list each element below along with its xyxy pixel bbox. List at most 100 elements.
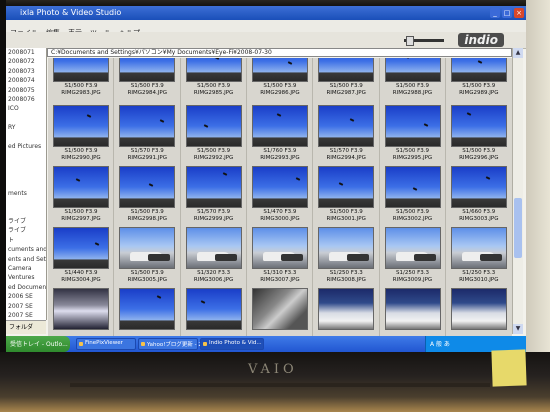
thumbnail-image[interactable]: [53, 227, 109, 269]
photo-thumbnail[interactable]: S1/500 F3.9 RIMG3001.JPG: [316, 166, 376, 226]
thumbnail-image[interactable]: [251, 58, 308, 82]
folder-item[interactable]: [6, 208, 46, 217]
folder-item[interactable]: ed Documents: [6, 283, 46, 292]
photo-thumbnail[interactable]: S1/500 F3.9 RIMG2998.JPG: [117, 166, 177, 226]
thumbnail-image[interactable]: [318, 166, 375, 208]
photo-thumbnail[interactable]: S1/470 F3.9 RIMG3000.JPG: [250, 166, 310, 226]
close-icon[interactable]: ×: [514, 8, 524, 18]
thumbnail-image[interactable]: [318, 58, 375, 82]
folder-item[interactable]: 2006 SE: [6, 292, 46, 301]
thumbnail-image[interactable]: [450, 288, 507, 330]
thumbnail-image[interactable]: [53, 166, 109, 208]
thumbnail-image[interactable]: [251, 288, 308, 330]
photo-thumbnail[interactable]: [51, 288, 111, 336]
minimize-icon[interactable]: _: [490, 8, 500, 18]
window-titlebar[interactable]: ixla Photo & Video Studio _ □ ×: [6, 6, 526, 20]
photo-thumbnail[interactable]: S1/660 F3.9 RIMG3003.JPG: [449, 166, 509, 226]
thumbnail-image[interactable]: [53, 288, 109, 330]
thumbnail-image[interactable]: [119, 227, 176, 269]
folder-item[interactable]: 2008073: [6, 67, 46, 76]
photo-thumbnail[interactable]: [383, 288, 443, 336]
maximize-icon[interactable]: □: [502, 8, 512, 18]
folder-item[interactable]: [6, 114, 46, 123]
photo-thumbnail[interactable]: [117, 288, 177, 336]
vertical-scrollbar[interactable]: ▲ ▼: [512, 48, 523, 334]
thumbnail-image[interactable]: [251, 166, 308, 208]
photo-thumbnail[interactable]: S1/760 F3.9 RIMG2993.JPG: [250, 105, 310, 165]
photo-thumbnail[interactable]: S1/500 F3.9 RIMG3002.JPG: [383, 166, 443, 226]
photo-thumbnail[interactable]: S1/500 F3.9 RIMG2989.JPG: [449, 58, 509, 100]
photo-thumbnail[interactable]: S1/500 F3.9 RIMG2997.JPG: [51, 166, 111, 226]
photo-thumbnail[interactable]: S1/250 F3.3 RIMG3008.JPG: [316, 227, 376, 287]
photo-thumbnail[interactable]: S1/570 F3.9 RIMG2999.JPG: [184, 166, 244, 226]
photo-thumbnail[interactable]: S1/500 F3.9 RIMG2984.JPG: [117, 58, 177, 100]
start-button[interactable]: 受信トレイ - Outlo...: [6, 336, 70, 352]
scroll-down-icon[interactable]: ▼: [513, 324, 523, 334]
folder-item[interactable]: 2008074: [6, 76, 46, 85]
photo-thumbnail[interactable]: S1/500 F3.9 RIMG2986.JPG: [250, 58, 310, 100]
scroll-thumb[interactable]: [514, 198, 522, 258]
thumbnail-image[interactable]: [450, 58, 507, 82]
thumbnail-image[interactable]: [384, 105, 441, 147]
taskbar-item[interactable]: Yahoo!ブログ更新 - 2...: [138, 338, 207, 350]
folder-item[interactable]: [6, 170, 46, 179]
photo-thumbnail[interactable]: S1/500 F3.9 RIMG2988.JPG: [383, 58, 443, 100]
photo-thumbnail[interactable]: S1/500 F3.9 RIMG2983.JPG: [51, 58, 111, 100]
folder-item[interactable]: [6, 198, 46, 207]
thumbnail-image[interactable]: [119, 166, 176, 208]
thumbnail-image[interactable]: [450, 227, 507, 269]
thumbnail-image[interactable]: [384, 227, 441, 269]
thumbnail-image[interactable]: [119, 288, 176, 330]
thumbnail-image[interactable]: [384, 58, 441, 82]
thumbnail-image[interactable]: [318, 227, 375, 269]
path-bar[interactable]: C:¥Documents and Settings¥パソコン¥My Docume…: [47, 48, 512, 57]
folder-item[interactable]: [6, 151, 46, 160]
folder-item[interactable]: 2008076: [6, 95, 46, 104]
folder-item[interactable]: 2008071: [6, 48, 46, 57]
photo-thumbnail[interactable]: S1/310 F3.3 RIMG3007.JPG: [250, 227, 310, 287]
folder-item[interactable]: ed Pictures: [6, 142, 46, 151]
thumbnail-image[interactable]: [185, 288, 242, 330]
photo-thumbnail[interactable]: S1/570 F3.9 RIMG2991.JPG: [117, 105, 177, 165]
folder-item[interactable]: ライブ: [6, 226, 46, 235]
thumbnail-image[interactable]: [53, 58, 109, 82]
zoom-slider-knob[interactable]: [406, 36, 414, 46]
photo-thumbnail[interactable]: S1/500 F3.9 RIMG2992.JPG: [184, 105, 244, 165]
photo-thumbnail[interactable]: [316, 288, 376, 336]
ime-indicator[interactable]: A 般 あ: [430, 339, 450, 348]
folder-item[interactable]: ICO: [6, 104, 46, 113]
thumbnail-image[interactable]: [53, 105, 109, 147]
photo-thumbnail[interactable]: S1/500 F3.9 RIMG2985.JPG: [184, 58, 244, 100]
thumbnail-image[interactable]: [318, 105, 375, 147]
photo-thumbnail[interactable]: S1/500 F3.9 RIMG2987.JPG: [316, 58, 376, 100]
taskbar-item[interactable]: FinePixViewer: [76, 338, 136, 350]
folder-item[interactable]: 2007 SE: [6, 302, 46, 311]
thumbnail-image[interactable]: [384, 166, 441, 208]
thumbnail-image[interactable]: [119, 105, 176, 147]
thumbnail-image[interactable]: [318, 288, 375, 330]
photo-thumbnail[interactable]: S1/440 F3.9 RIMG3004.JPG: [51, 227, 111, 287]
folder-item[interactable]: cuments and Set: [6, 245, 46, 254]
thumbnail-image[interactable]: [185, 105, 242, 147]
photo-thumbnail[interactable]: S1/250 F3.3 RIMG3009.JPG: [383, 227, 443, 287]
folder-panel-tab[interactable]: フォルダ: [6, 320, 46, 334]
thumbnail-image[interactable]: [384, 288, 441, 330]
folder-item[interactable]: 2007 SE: [6, 311, 46, 320]
thumbnail-image[interactable]: [251, 105, 308, 147]
folder-item[interactable]: RY: [6, 123, 46, 132]
folder-item[interactable]: [6, 179, 46, 188]
photo-thumbnail[interactable]: S1/500 F3.9 RIMG3005.JPG: [117, 227, 177, 287]
folder-item[interactable]: Camera: [6, 264, 46, 273]
folder-item[interactable]: ト: [6, 236, 46, 245]
thumbnail-image[interactable]: [185, 227, 242, 269]
photo-thumbnail[interactable]: S1/500 F3.9 RIMG2990.JPG: [51, 105, 111, 165]
photo-thumbnail[interactable]: S1/320 F3.3 RIMG3006.JPG: [184, 227, 244, 287]
folder-item[interactable]: 2008075: [6, 86, 46, 95]
photo-thumbnail[interactable]: S1/570 F3.9 RIMG2994.JPG: [316, 105, 376, 165]
photo-thumbnail[interactable]: S1/500 F3.9 RIMG2995.JPG: [383, 105, 443, 165]
photo-thumbnail[interactable]: [184, 288, 244, 336]
folder-item[interactable]: ents and Settings: [6, 255, 46, 264]
photo-thumbnail[interactable]: [250, 288, 310, 336]
thumbnail-image[interactable]: [119, 58, 176, 82]
photo-thumbnail[interactable]: S1/250 F3.3 RIMG3010.JPG: [449, 227, 509, 287]
